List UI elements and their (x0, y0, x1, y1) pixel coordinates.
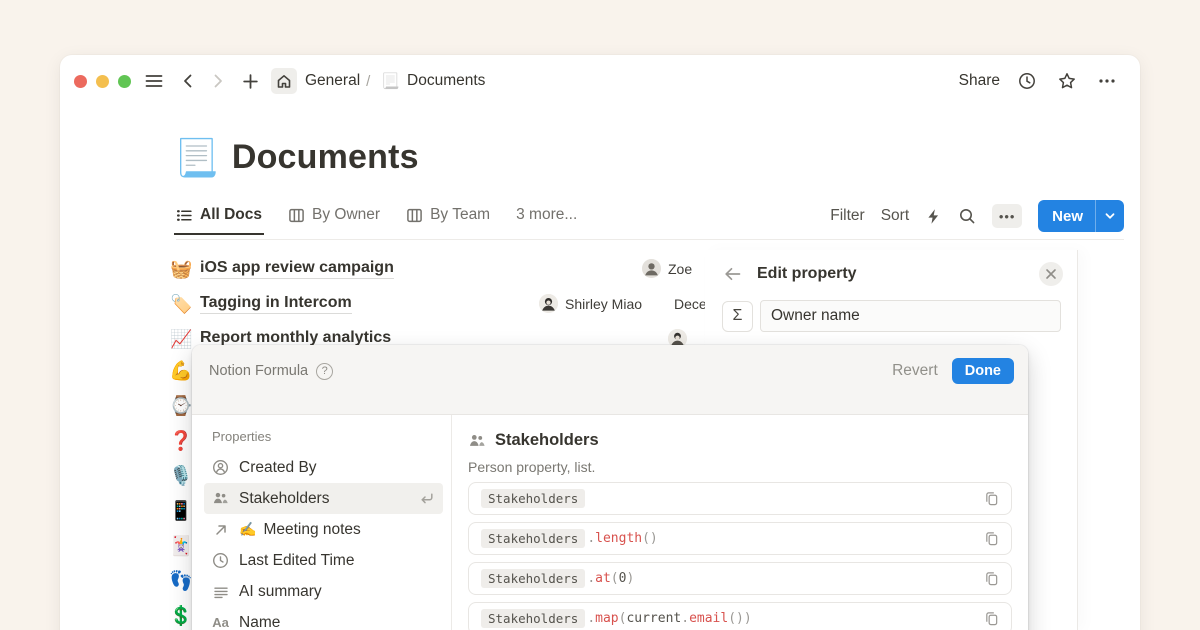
row-title[interactable]: iOS app review campaign (200, 259, 394, 279)
doc-subtitle: Person property, list. (468, 459, 1012, 475)
properties-section-label: Properties (204, 429, 443, 444)
formula-code: .at(0) (587, 571, 634, 586)
formula-body: Properties Created By Stakeholders (192, 415, 1028, 630)
property-label: Last Edited Time (239, 552, 354, 570)
person-circle-icon (212, 459, 229, 476)
row-icon: 🧺 (170, 259, 192, 280)
avatar (642, 259, 661, 278)
copy-icon[interactable] (984, 531, 999, 546)
table-row[interactable]: 🏷️ Tagging in Intercom (170, 287, 352, 321)
person-name: Zoe (668, 261, 692, 277)
row-icon[interactable]: 💪 (168, 359, 194, 383)
row-person-cell[interactable]: Shirley Miao (539, 294, 642, 313)
doc-heading: Stakeholders (495, 431, 599, 450)
property-item-ai-summary[interactable]: AI summary (204, 576, 443, 607)
doc-heading-row: Stakeholders (468, 431, 1012, 450)
revert-button[interactable]: Revert (892, 362, 938, 380)
property-item-stakeholders[interactable]: Stakeholders (204, 483, 443, 514)
row-icon[interactable]: 💲 (168, 604, 194, 628)
row-title[interactable]: Tagging in Intercom (200, 294, 352, 314)
people-icon (468, 432, 486, 450)
property-chip: Stakeholders (481, 489, 585, 508)
formula-code: .map(current.email()) (587, 611, 751, 626)
clock-icon (212, 552, 229, 569)
property-chip: Stakeholders (481, 529, 585, 548)
property-chip: Stakeholders (481, 569, 585, 588)
property-item-created-by[interactable]: Created By (204, 452, 443, 483)
row-icon[interactable]: 👣 (168, 569, 194, 593)
relation-arrow-icon (212, 522, 229, 538)
done-button[interactable]: Done (952, 358, 1014, 384)
back-arrow-icon[interactable] (723, 264, 743, 284)
formula-editor-popup: Notion Formula ? Revert Done Properties … (192, 345, 1028, 630)
property-name-row: Σ (705, 286, 1077, 332)
row-icon[interactable]: ⌚ (168, 394, 194, 418)
formula-code: .length() (587, 531, 657, 546)
property-label: AI summary (239, 583, 322, 601)
formula-example[interactable]: Stakeholders .map(current.email()) (468, 602, 1012, 630)
page-emoji: ✍️ (239, 521, 256, 538)
enter-return-icon (418, 490, 435, 507)
formula-properties-panel: Properties Created By Stakeholders (192, 415, 452, 630)
property-item-last-edited-time[interactable]: Last Edited Time (204, 545, 443, 576)
title-aa-icon: Aa (212, 615, 229, 630)
avatar (539, 294, 558, 313)
row-icon: 🏷️ (170, 294, 192, 315)
copy-icon[interactable] (984, 571, 999, 586)
property-label: Created By (239, 459, 317, 477)
property-item-meeting-notes[interactable]: ✍️ Meeting notes (204, 514, 443, 545)
property-label: Meeting notes (263, 521, 360, 539)
row-icon[interactable]: 🃏 (168, 534, 194, 558)
property-name-input[interactable] (760, 300, 1061, 332)
person-name: Shirley Miao (565, 296, 642, 312)
property-label: Name (239, 614, 280, 630)
formula-example[interactable]: Stakeholders (468, 482, 1012, 515)
row-icon[interactable]: ❓ (168, 429, 194, 453)
screenshot-stage: General / 📃 Documents Share 📃 Documents … (0, 0, 1200, 630)
property-label: Stakeholders (239, 490, 329, 508)
copy-icon[interactable] (984, 491, 999, 506)
edit-property-header: Edit property (705, 250, 1077, 286)
formula-sigma-icon[interactable]: Σ (722, 301, 753, 332)
property-item-name[interactable]: Aa Name (204, 607, 443, 630)
row-icon[interactable]: 📱 (168, 499, 194, 523)
people-icon (212, 490, 229, 507)
table-row[interactable]: 🧺 iOS app review campaign (170, 252, 394, 286)
edit-property-title: Edit property (757, 265, 857, 283)
formula-doc-panel: Stakeholders Person property, list. Stak… (452, 415, 1028, 630)
row-date-cell[interactable]: Dece (674, 296, 707, 312)
formula-header: Notion Formula ? Revert Done (192, 345, 1028, 415)
formula-example[interactable]: Stakeholders .at(0) (468, 562, 1012, 595)
formula-title: Notion Formula (209, 363, 308, 379)
row-icon: 📈 (170, 329, 192, 350)
property-chip: Stakeholders (481, 609, 585, 628)
copy-icon[interactable] (984, 611, 999, 626)
formula-example[interactable]: Stakeholders .length() (468, 522, 1012, 555)
row-person-cell[interactable]: Zoe (642, 259, 692, 278)
help-icon[interactable]: ? (316, 363, 333, 380)
row-icon[interactable]: 🎙️ (168, 464, 194, 488)
text-lines-icon (212, 584, 229, 600)
close-icon[interactable] (1039, 262, 1063, 286)
